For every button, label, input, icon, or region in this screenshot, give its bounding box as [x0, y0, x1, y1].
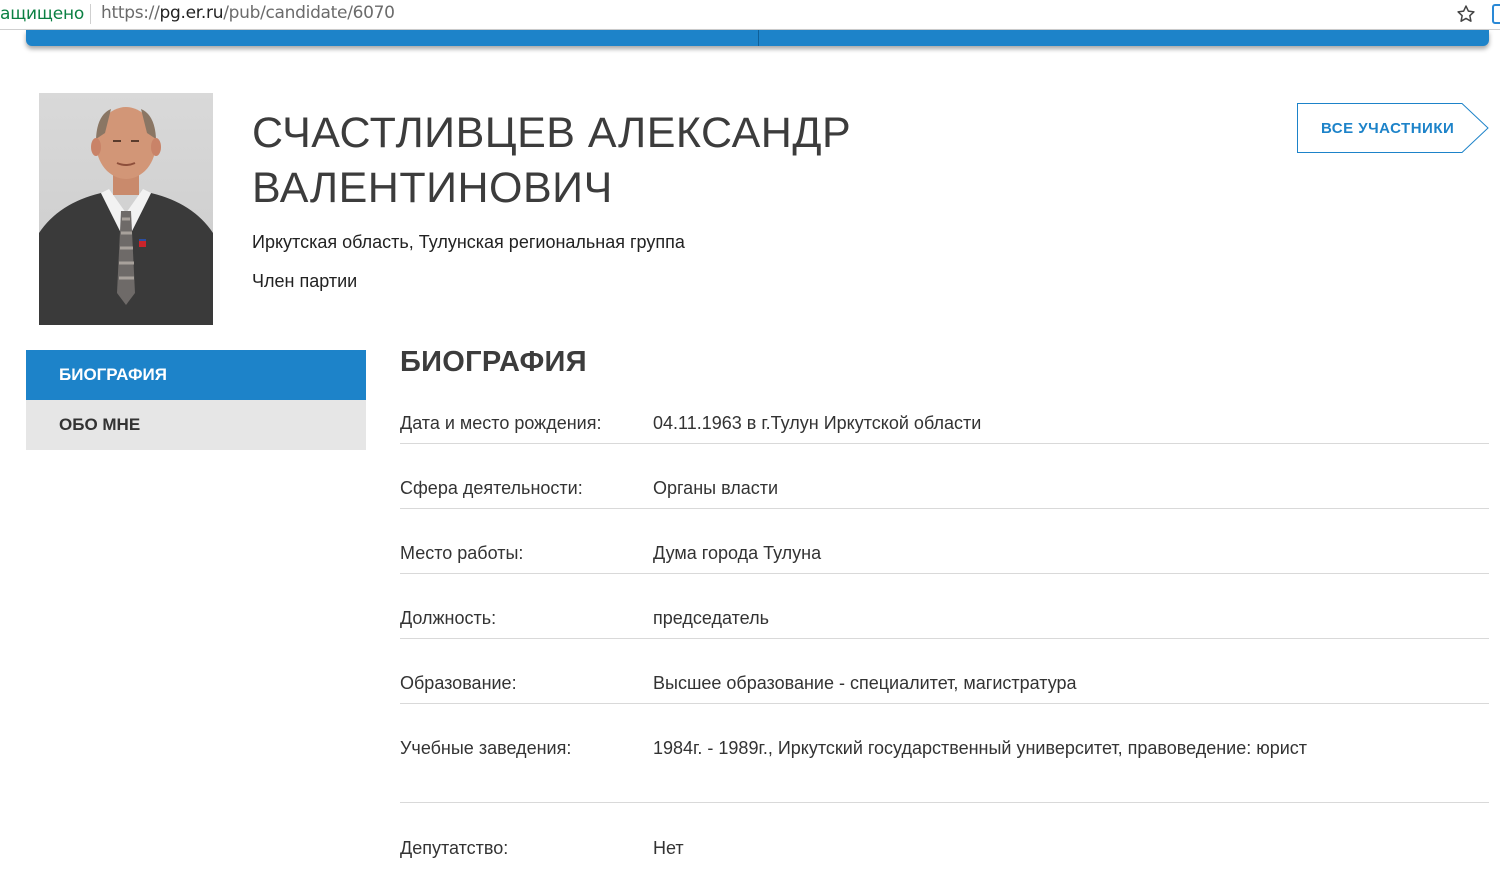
- bio-value: 1984г. - 1989г., Иркутский государственн…: [653, 738, 1308, 758]
- row-divider: [400, 802, 1489, 803]
- bio-value: председатель: [653, 608, 769, 628]
- bio-value: Дума города Тулуна: [653, 543, 822, 563]
- candidate-name-line2: ВАЛЕНТИНОВИЧ: [252, 164, 613, 212]
- bio-label: Сфера деятельности:: [400, 478, 583, 498]
- tab-biography[interactable]: БИОГРАФИЯ: [26, 350, 366, 400]
- url-text[interactable]: https://pg.er.ru/pub/candidate/6070: [101, 3, 395, 23]
- bio-value: 04.11.1963 в г.Тулун Иркутской области: [653, 413, 982, 433]
- bio-label: Должность:: [400, 608, 497, 628]
- address-bar[interactable]: ащищено https://pg.er.ru/pub/candidate/6…: [0, 0, 1500, 30]
- candidate-region: Иркутская область, Тулунская региональна…: [252, 232, 685, 252]
- bio-label: Место работы:: [400, 543, 524, 563]
- row-divider: [400, 703, 1489, 704]
- url-path: /pub/candidate/6070: [223, 3, 395, 23]
- row-divider: [400, 573, 1489, 574]
- bio-label: Дата и место рождения:: [400, 413, 602, 433]
- url-host: pg.er.ru: [159, 3, 224, 23]
- nav-divider: [758, 30, 759, 46]
- candidate-photo: [39, 93, 213, 325]
- party-status: Член партии: [252, 271, 358, 291]
- secure-indicator[interactable]: ащищено: [0, 4, 84, 24]
- address-divider: [90, 4, 91, 24]
- site-navigation-bar[interactable]: [26, 30, 1489, 46]
- tab-about-me[interactable]: ОБО МНЕ: [26, 400, 366, 450]
- bio-value: Высшее образование - специалитет, магист…: [653, 673, 1077, 693]
- star-icon[interactable]: [1456, 4, 1476, 24]
- row-divider: [400, 508, 1489, 509]
- row-divider: [400, 443, 1489, 444]
- all-participants-button[interactable]: ВСЕ УЧАСТНИКИ: [1297, 103, 1491, 153]
- candidate-name-line1: СЧАСТЛИВЦЕВ АЛЕКСАНДР: [252, 109, 852, 157]
- extension-icon[interactable]: [1492, 4, 1500, 24]
- bio-value: Нет: [653, 838, 684, 858]
- url-scheme: https://: [101, 3, 160, 23]
- candidate-name: СЧАСТЛИВЦЕВ АЛЕКСАНДР ВАЛЕНТИНОВИЧ: [252, 106, 1012, 216]
- bio-label: Образование:: [400, 673, 517, 693]
- row-divider: [400, 638, 1489, 639]
- all-participants-label: ВСЕ УЧАСТНИКИ: [1321, 120, 1455, 137]
- section-title: БИОГРАФИЯ: [400, 346, 587, 378]
- bio-label: Депутатство:: [400, 838, 509, 858]
- bio-label: Учебные заведения:: [400, 738, 572, 758]
- bio-value: Органы власти: [653, 478, 779, 498]
